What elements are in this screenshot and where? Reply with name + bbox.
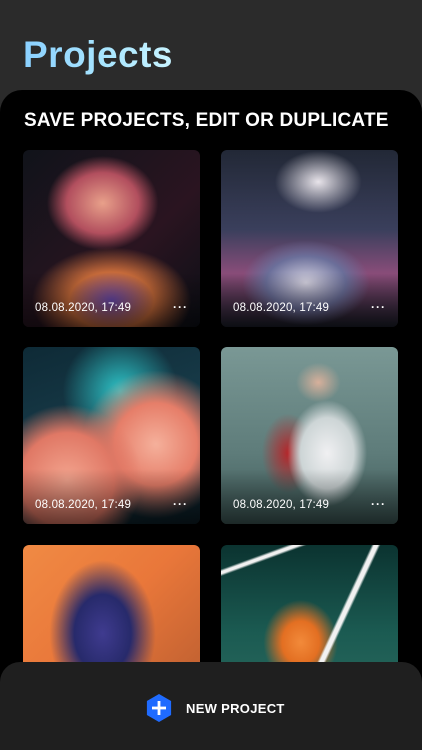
new-project-label: NEW PROJECT [186,700,285,716]
more-options-icon[interactable]: ··· [371,300,386,314]
project-card[interactable]: 08.08.2020, 17:49 ··· [23,347,200,524]
project-card[interactable]: 08.08.2020, 17:49 ··· [23,150,200,327]
page-title: Projects [23,34,174,75]
projects-sheet: SAVE PROJECTS, EDIT OR DUPLICATE 08.08.2… [0,90,422,750]
project-card[interactable]: 08.08.2020, 17:49 ··· [221,347,398,524]
project-grid: 08.08.2020, 17:49 ··· 08.08.2020, 17:49 … [0,90,422,750]
project-date: 08.08.2020, 17:49 [35,499,132,511]
project-date: 08.08.2020, 17:49 [233,302,330,314]
new-project-button[interactable]: NEW PROJECT [144,692,285,724]
more-options-icon[interactable]: ··· [173,497,188,511]
more-options-icon[interactable]: ··· [371,497,386,511]
bottom-bar: NEW PROJECT [0,662,422,750]
plus-hexagon-icon [144,693,174,723]
header: Projects [0,0,422,100]
more-options-icon[interactable]: ··· [173,300,188,314]
project-date: 08.08.2020, 17:49 [35,302,132,314]
project-date: 08.08.2020, 17:49 [233,499,330,511]
project-card[interactable]: 08.08.2020, 17:49 ··· [221,150,398,327]
